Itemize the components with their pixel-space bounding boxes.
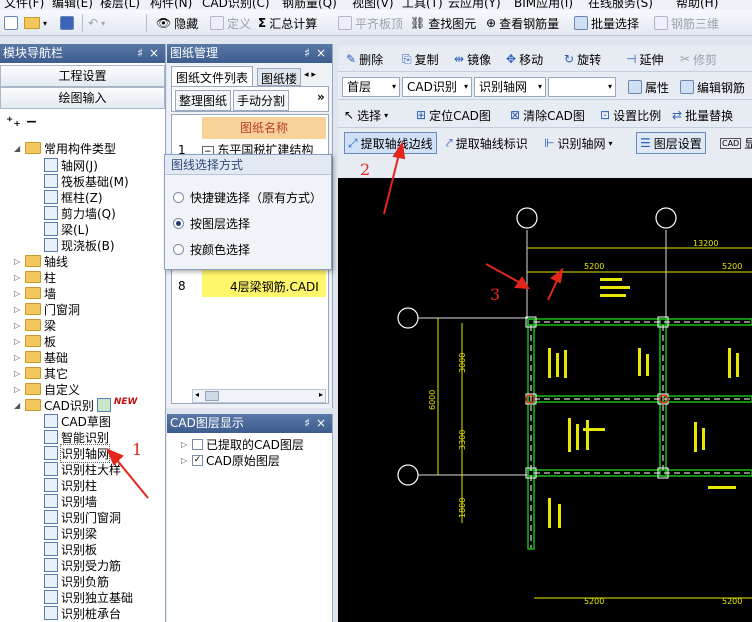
annotation-number-1: 1 xyxy=(132,440,143,459)
radio-icon[interactable] xyxy=(173,244,184,255)
popup-title: 图线选择方式 xyxy=(165,155,331,175)
radio-color-select[interactable]: 按颜色选择 xyxy=(173,241,250,258)
radio-selected-icon[interactable] xyxy=(173,218,184,229)
radio-icon[interactable] xyxy=(173,192,184,203)
radio-shortcut-select[interactable]: 快捷键选择（原有方式） xyxy=(173,189,322,206)
line-selection-popup: 图线选择方式 快捷键选择（原有方式） 按图层选择 按颜色选择 xyxy=(164,154,332,270)
radio-layer-select[interactable]: 按图层选择 xyxy=(173,215,250,232)
overlay-arrows xyxy=(106,141,406,499)
annotation-number-2: 2 xyxy=(360,160,371,179)
